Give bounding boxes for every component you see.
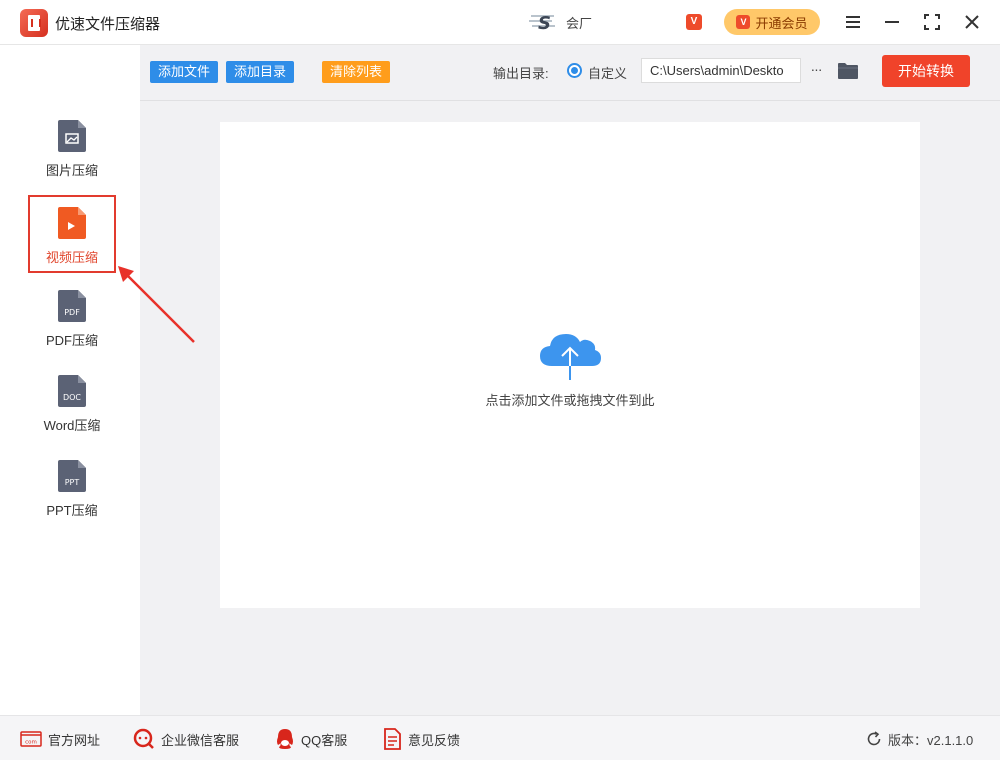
menu-icon[interactable] [841,10,865,34]
vip-icon: V [736,15,751,29]
sidebar-item-label: PPT压缩 [46,503,98,518]
add-directory-button[interactable]: 添加目录 [226,61,295,83]
version-label: 版本：v2.1.1.0 [888,732,974,748]
sidebar-item-pdf-compress[interactable]: PDF PDF压缩 [28,280,116,358]
svg-text:DOC: DOC [63,393,81,402]
minimize-icon[interactable] [880,10,904,34]
qq-icon [277,729,293,749]
wechat-support-label: 企业微信客服 [161,732,240,748]
refresh-icon[interactable] [866,731,882,747]
file-drop-zone[interactable]: 点击添加文件或拖拽文件到此 [220,122,920,608]
sidebar: 图片压缩 视频压缩 PDF PDF压缩 DOC Word压缩 PPT PPT压缩 [0,45,140,715]
sidebar-item-label: Word压缩 [43,418,101,433]
sidebar-item-label: 视频压缩 [45,250,98,265]
sidebar-item-ppt-compress[interactable]: PPT PPT压缩 [28,450,116,528]
custom-output-label[interactable]: 自定义 [588,63,627,82]
official-site-link[interactable]: com 官方网址 [20,728,100,750]
ppt-file-icon: PPT [58,460,86,492]
svg-text:PDF: PDF [64,308,80,317]
toolbar: 添加文件 添加目录 清除列表 输出目录: 自定义 C:\Users\admin\… [140,45,1000,101]
start-convert-button[interactable]: 开始转换 [882,55,970,87]
qq-support-label: QQ客服 [301,732,348,748]
custom-output-radio[interactable] [567,63,582,78]
wechat-icon [133,728,154,749]
svg-text:com: com [25,740,37,746]
image-file-icon [58,120,86,152]
output-path-field[interactable]: C:\Users\admin\Deskto [641,58,801,83]
close-icon[interactable] [960,10,984,34]
cloud-upload-icon [540,334,601,380]
maximize-icon[interactable] [920,10,944,34]
add-file-button[interactable]: 添加文件 [150,61,219,83]
user-avatar-icon[interactable]: S [528,11,558,33]
browse-more-button[interactable]: ··· [807,59,825,81]
website-icon: com [20,731,42,747]
svg-text:PPT: PPT [65,478,80,487]
feedback-label: 意见反馈 [408,732,461,748]
folder-icon[interactable] [837,61,859,81]
sidebar-item-image-compress[interactable]: 图片压缩 [28,110,116,188]
feedback-link[interactable]: 意见反馈 [382,728,460,750]
footer: com 官方网址 企业微信客服 QQ客服 意见反馈 版本：v2.1.1.0 [0,715,1000,760]
sidebar-item-label: PDF压缩 [45,333,98,348]
sidebar-item-word-compress[interactable]: DOC Word压缩 [28,365,116,443]
app-title: 优速文件压缩器 [55,16,161,33]
vip-status-icon: V [686,14,702,30]
qq-support-link[interactable]: QQ客服 [275,728,347,750]
doc-file-icon: DOC [58,375,86,407]
official-site-label: 官方网址 [48,732,101,748]
drop-hint-text: 点击添加文件或拖拽文件到此 [485,393,655,408]
pdf-file-icon: PDF [58,290,86,322]
annotation-arrow-icon [118,266,195,343]
open-vip-label: 开通会员 [755,15,808,31]
output-dir-label: 输出目录: [493,66,549,81]
app-logo-icon [20,9,48,37]
sidebar-item-video-compress[interactable]: 视频压缩 [28,195,116,273]
video-file-icon [58,207,86,239]
version-info: 版本：v2.1.1.0 [866,728,973,750]
feedback-icon [384,728,401,750]
title-bar: 优速文件压缩器 S 会厂 V V 开通会员 [0,0,1000,45]
sidebar-item-label: 图片压缩 [45,163,98,178]
open-vip-button[interactable]: V 开通会员 [724,9,820,35]
wechat-support-link[interactable]: 企业微信客服 [133,728,239,750]
svg-text:S: S [538,13,551,33]
username[interactable]: 会厂 [566,13,592,32]
clear-list-button[interactable]: 清除列表 [322,61,391,83]
